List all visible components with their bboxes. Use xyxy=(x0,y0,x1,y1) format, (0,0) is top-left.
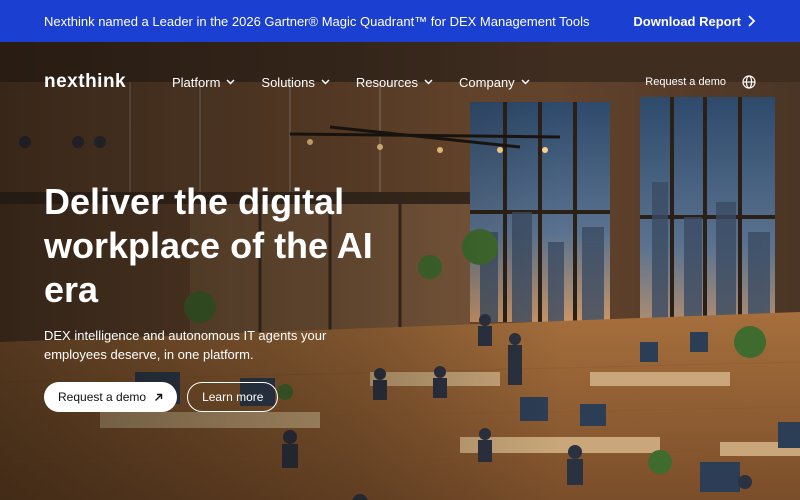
chevron-down-icon xyxy=(521,79,530,85)
nav-menu: Platform Solutions Resources Company xyxy=(172,75,530,90)
chevron-down-icon xyxy=(321,79,330,85)
main-nav: nexthink Platform Solutions Resources Co… xyxy=(0,42,800,122)
chevron-down-icon xyxy=(424,79,433,85)
arrow-up-right-icon xyxy=(155,393,163,401)
nav-item-label: Company xyxy=(459,74,515,90)
nav-actions: Request a demo xyxy=(645,75,756,89)
download-report-link[interactable]: Download Report xyxy=(633,14,756,29)
chevron-right-icon xyxy=(748,15,756,27)
learn-more-button[interactable]: Learn more xyxy=(187,382,279,412)
nav-item-company[interactable]: Company xyxy=(459,75,530,90)
request-demo-button[interactable]: Request a demo xyxy=(44,382,178,412)
request-demo-button-label: Request a demo xyxy=(58,390,147,404)
announcement-message: Nexthink named a Leader in the 2026 Gart… xyxy=(44,13,590,29)
hero-subheadline: DEX intelligence and autonomous IT agent… xyxy=(44,328,327,362)
globe-icon[interactable] xyxy=(742,75,756,89)
nav-item-label: Solutions xyxy=(261,74,315,90)
hero-cta-group: Request a demo Learn more xyxy=(44,382,279,412)
nav-item-label: Platform xyxy=(172,74,221,90)
request-demo-link[interactable]: Request a demo xyxy=(645,76,726,88)
nav-item-resources[interactable]: Resources xyxy=(356,75,433,90)
nexthink-logo[interactable]: nexthink xyxy=(44,71,172,93)
download-report-label: Download Report xyxy=(633,13,741,29)
announcement-bar: Nexthink named a Leader in the 2026 Gart… xyxy=(0,0,800,42)
nav-item-label: Resources xyxy=(355,74,419,90)
nav-item-platform[interactable]: Platform xyxy=(172,75,235,90)
nav-item-solutions[interactable]: Solutions xyxy=(261,74,330,90)
chevron-down-icon xyxy=(226,79,235,85)
hero-headline: Deliver the digital workplace of the AI … xyxy=(44,181,373,310)
